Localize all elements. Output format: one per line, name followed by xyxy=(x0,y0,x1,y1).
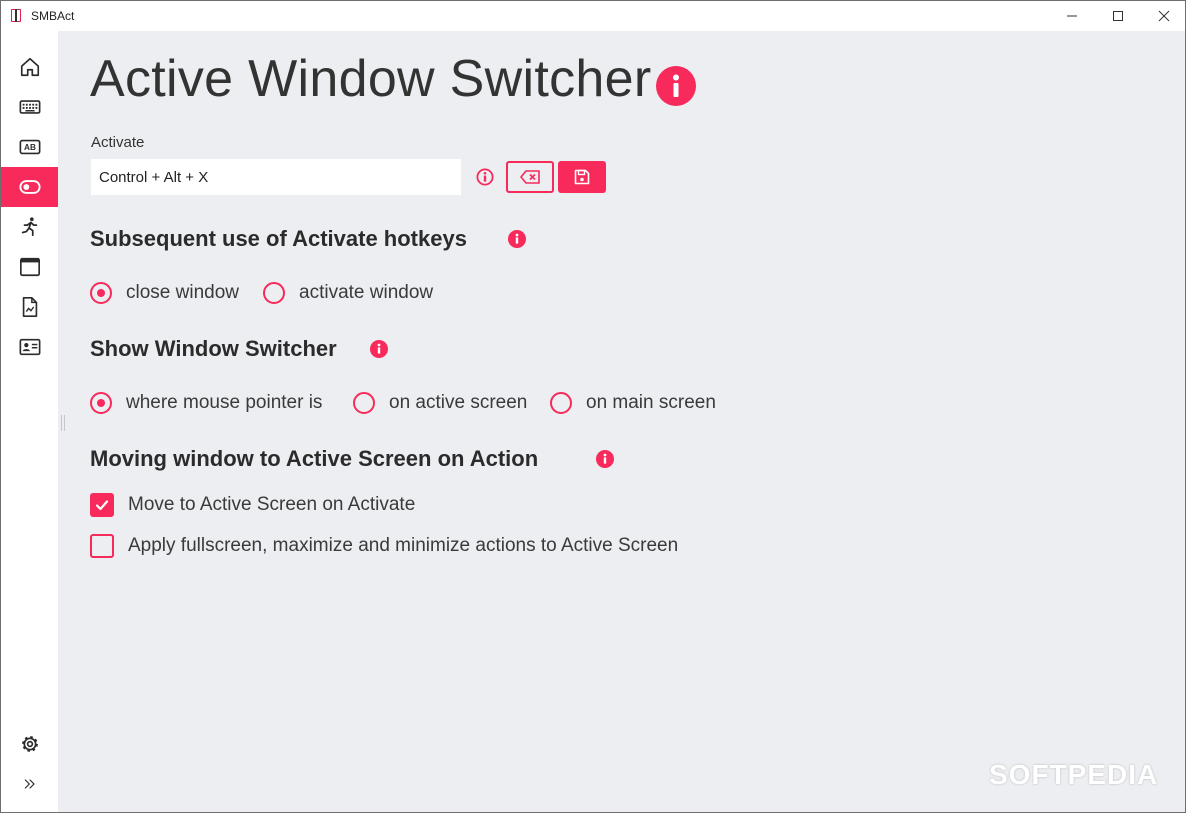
minimize-button[interactable] xyxy=(1049,1,1095,31)
sidebar-item-home[interactable] xyxy=(1,47,58,87)
clear-hotkey-button[interactable] xyxy=(506,161,554,193)
sidebar-item-about[interactable] xyxy=(1,327,58,367)
save-icon xyxy=(574,169,590,185)
sidebar-item-settings[interactable] xyxy=(1,724,58,764)
radio-label: on main screen xyxy=(586,392,716,413)
app-window: SMBAct AB Active Window Switcher Activat… xyxy=(0,0,1186,813)
radio-label: on active screen xyxy=(389,392,528,413)
maximize-button[interactable] xyxy=(1095,1,1141,31)
toggle-icon xyxy=(18,180,41,194)
moving-info-button[interactable] xyxy=(596,450,614,468)
radio-label: close window xyxy=(126,282,239,303)
page-title: Active Window Switcher xyxy=(90,50,652,108)
checkbox-label: Move to Active Screen on Activate xyxy=(128,494,416,515)
document-chart-icon xyxy=(22,297,37,317)
radio-label: where mouse pointer is xyxy=(126,392,323,413)
checkbox-checked[interactable] xyxy=(90,493,114,517)
checkbox-move-on-activate[interactable]: Move to Active Screen on Activate xyxy=(90,492,415,518)
sidebar-item-switcher[interactable] xyxy=(1,167,58,207)
checkbox-label: Apply fullscreen, maximize and minimize … xyxy=(128,535,679,556)
window-icon xyxy=(19,257,40,277)
radio-button-checked[interactable] xyxy=(90,392,112,414)
show-switcher-info-button[interactable] xyxy=(370,340,388,358)
sidebar-item-logs[interactable] xyxy=(1,287,58,327)
subsequent-info-button[interactable] xyxy=(508,230,526,248)
close-icon xyxy=(1158,10,1170,22)
save-hotkey-button[interactable] xyxy=(558,161,606,193)
radio-label: activate window xyxy=(299,282,434,303)
checkmark-icon xyxy=(95,500,109,511)
radio-main-screen[interactable]: on main screen xyxy=(550,390,716,416)
app-logo-icon xyxy=(11,9,21,22)
info-icon xyxy=(673,74,679,97)
text-ab-icon: AB xyxy=(19,139,40,155)
maximize-icon xyxy=(1113,11,1123,21)
radio-button-checked[interactable] xyxy=(90,282,112,304)
radio-mouse-pointer[interactable]: where mouse pointer is xyxy=(90,390,322,416)
sidebar-item-text[interactable]: AB xyxy=(1,127,58,167)
keyboard-icon xyxy=(19,100,40,114)
checkbox-apply-actions[interactable]: Apply fullscreen, maximize and minimize … xyxy=(90,533,678,559)
radio-button[interactable] xyxy=(353,392,375,414)
info-icon xyxy=(603,453,607,464)
activate-label: Activate xyxy=(91,134,145,151)
sidebar-item-actions[interactable] xyxy=(1,207,58,247)
title-bar[interactable]: SMBAct xyxy=(1,1,1185,31)
minimize-icon xyxy=(1067,15,1077,17)
close-button[interactable] xyxy=(1141,1,1186,31)
pane-splitter-handle[interactable] xyxy=(61,415,65,431)
home-icon xyxy=(20,57,39,77)
page-info-button[interactable] xyxy=(656,66,696,106)
sidebar-item-window[interactable] xyxy=(1,247,58,287)
gear-icon xyxy=(21,736,38,752)
sidebar: AB xyxy=(1,31,58,812)
moving-heading: Moving window to Active Screen on Action xyxy=(90,446,539,471)
radio-button[interactable] xyxy=(263,282,285,304)
radio-button[interactable] xyxy=(550,392,572,414)
show-switcher-heading: Show Window Switcher xyxy=(90,336,337,361)
id-card-icon xyxy=(19,338,40,356)
backspace-icon xyxy=(520,170,540,184)
info-outline-icon xyxy=(476,168,494,186)
radio-activate-window[interactable]: activate window xyxy=(263,280,433,306)
checkbox[interactable] xyxy=(90,534,114,558)
sidebar-expand-button[interactable] xyxy=(1,764,58,804)
radio-active-screen[interactable]: on active screen xyxy=(353,390,527,416)
subsequent-heading: Subsequent use of Activate hotkeys xyxy=(90,226,467,251)
svg-text:AB: AB xyxy=(24,143,36,152)
watermark: SOFTPEDIA xyxy=(989,759,1159,790)
info-icon xyxy=(515,233,519,244)
info-icon xyxy=(377,343,381,354)
window-title: SMBAct xyxy=(31,9,75,23)
radio-close-window[interactable]: close window xyxy=(90,280,239,306)
expand-chevrons-icon xyxy=(24,779,35,789)
sidebar-item-keyboard[interactable] xyxy=(1,87,58,127)
activate-hotkey-input[interactable] xyxy=(91,159,461,195)
main-content xyxy=(58,31,1185,812)
activate-info-button[interactable] xyxy=(476,168,494,186)
running-person-icon xyxy=(21,217,37,237)
